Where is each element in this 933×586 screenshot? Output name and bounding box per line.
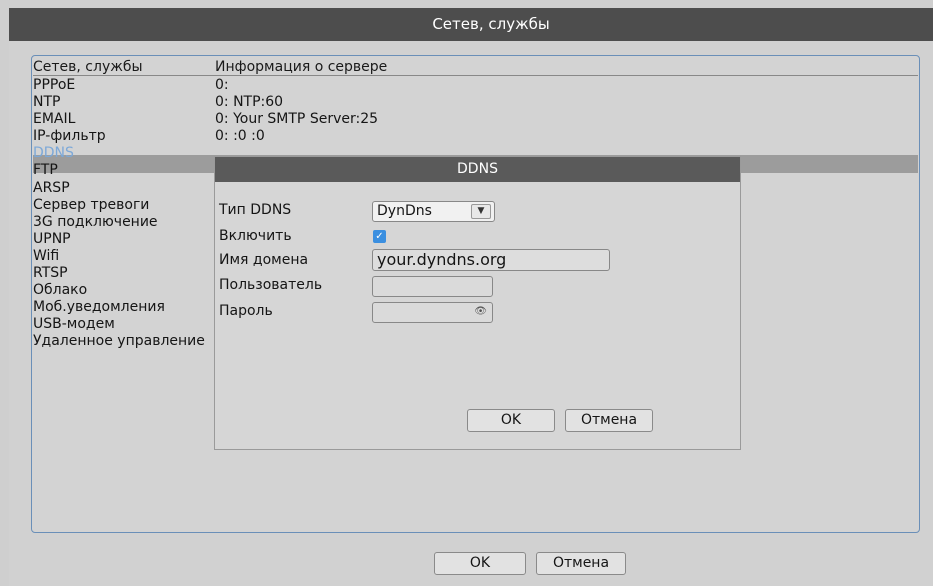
enable-label: Включить — [219, 228, 292, 244]
server-info-list: 0: 0: NTP:60 0: Your SMTP Server:25 0: :… — [215, 77, 378, 145]
service-item-ip-filter[interactable]: IP-фильтр — [33, 128, 213, 145]
info-item-pppoe: 0: — [215, 77, 229, 93]
user-label: Пользователь — [219, 277, 323, 293]
window-title: Сетев, службы — [432, 15, 550, 33]
service-item-email[interactable]: EMAIL — [33, 111, 213, 128]
service-item-ftp[interactable]: FTP — [33, 162, 213, 179]
info-item-ip-filter: 0: :0 :0 — [215, 128, 265, 145]
service-item-rtsp[interactable]: RTSP — [33, 265, 213, 282]
password-input[interactable]: 👁 — [372, 302, 493, 323]
service-item-cloud[interactable]: Облако — [33, 282, 213, 299]
column-header-info: Информация о сервере — [215, 59, 388, 75]
service-item-mobile-notifications[interactable]: Моб.уведомления — [33, 299, 213, 316]
dropdown-arrow-icon[interactable]: ▼ — [471, 204, 491, 219]
service-item-ntp[interactable]: NTP — [33, 94, 213, 111]
ddns-type-select[interactable]: DynDns ▼ — [372, 201, 495, 222]
domain-label: Имя домена — [219, 252, 309, 268]
dialog-ok-button[interactable]: OK — [467, 409, 555, 432]
dialog-title: DDNS — [215, 157, 740, 182]
service-item-upnp[interactable]: UPNP — [33, 231, 213, 248]
service-item-usb-modem[interactable]: USB-модем — [33, 316, 213, 333]
password-label: Пароль — [219, 303, 273, 319]
service-item-ddns[interactable]: DDNS — [33, 145, 213, 162]
info-item-ntp: 0: NTP:60 — [215, 94, 284, 111]
dialog-cancel-button[interactable]: Отмена — [565, 409, 653, 432]
ok-button[interactable]: OK — [434, 552, 526, 575]
service-item-3g[interactable]: 3G подключение — [33, 214, 213, 231]
info-item-email: 0: Your SMTP Server:25 — [215, 111, 379, 128]
service-item-arsp[interactable]: ARSP — [33, 180, 213, 197]
domain-input[interactable]: your.dyndns.org — [372, 249, 610, 271]
service-item-alarm-server[interactable]: Сервер тревоги — [33, 197, 213, 214]
window-titlebar: Сетев, службы — [9, 8, 933, 41]
service-item-pppoe[interactable]: PPPoE — [33, 77, 213, 94]
service-item-remote-control[interactable]: Удаленное управление — [33, 333, 213, 350]
header-divider — [33, 75, 918, 76]
cancel-button[interactable]: Отмена — [536, 552, 626, 575]
column-header-service: Сетев, службы — [33, 59, 143, 75]
service-item-wifi[interactable]: Wifi — [33, 248, 213, 265]
enable-checkbox[interactable]: ✓ — [373, 230, 386, 243]
ddns-type-label: Тип DDNS — [219, 202, 292, 218]
services-list: PPPoE NTP EMAIL IP-фильтр DDNS FTP ARSP … — [33, 77, 213, 351]
user-input[interactable] — [372, 276, 493, 297]
ddns-type-value: DynDns — [377, 203, 432, 219]
settings-window: Сетев, службы Сетев, службы Информация о… — [0, 0, 933, 586]
show-password-icon[interactable]: 👁 — [474, 306, 487, 317]
